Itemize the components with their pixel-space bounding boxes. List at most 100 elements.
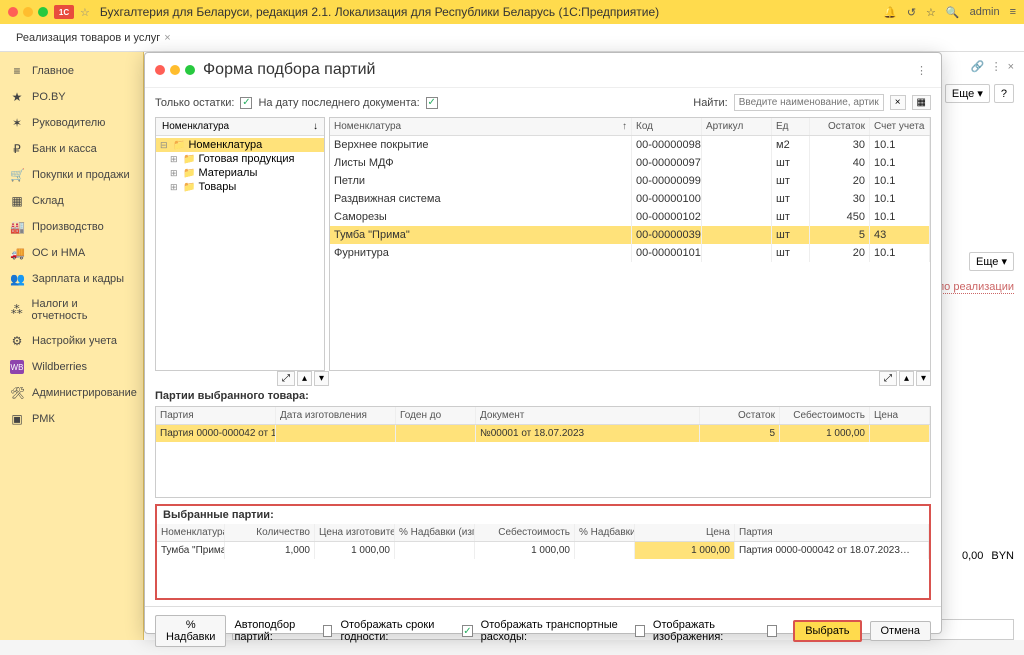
scol-nom[interactable]: Номенклатура xyxy=(157,524,225,541)
expand-icon[interactable]: ⊞ xyxy=(170,182,180,193)
expand-icon[interactable]: ⊞ xyxy=(170,154,180,165)
col-ost[interactable]: Остаток xyxy=(810,118,870,135)
favorite-icon[interactable]: ☆ xyxy=(926,6,936,19)
show-valid-checkbox[interactable] xyxy=(462,625,472,637)
col-batch-ost[interactable]: Остаток xyxy=(700,407,780,424)
tree-up-button[interactable]: ▴ xyxy=(297,371,312,386)
tree-item[interactable]: ⊞📁Готовая продукция xyxy=(156,152,324,166)
batch-row[interactable]: Партия 0000-000042 от 18.07.2…№00001 от … xyxy=(156,425,930,442)
tree-item[interactable]: ⊟📁Номенклатура xyxy=(156,138,324,152)
search-icon[interactable]: 🔍 xyxy=(946,6,960,19)
table-row[interactable]: Фурнитура00-00000101шт2010.1 xyxy=(330,244,930,262)
minimize-window-icon[interactable] xyxy=(23,7,33,17)
sidebar-icon: 🚚 xyxy=(10,246,24,260)
bell-icon[interactable]: 🔔 xyxy=(883,6,897,19)
sidebar-item[interactable]: WBWildberries xyxy=(0,354,143,380)
sidebar-item[interactable]: 🛒Покупки и продажи xyxy=(0,162,143,188)
scol-cost[interactable]: Себестоимость xyxy=(475,524,575,541)
scol-batch[interactable]: Партия xyxy=(735,524,929,541)
show-transport-checkbox[interactable] xyxy=(635,625,645,637)
sidebar-item[interactable]: ⁂Налоги и отчетность xyxy=(0,292,143,328)
table-row[interactable]: Тумба "Прима"00-00000039шт543 xyxy=(330,226,930,244)
sidebar-item[interactable]: ✶Руководителю xyxy=(0,110,143,136)
app-logo: 1C xyxy=(54,5,74,19)
tab-close-icon[interactable]: × xyxy=(164,32,170,44)
col-cost[interactable]: Себестоимость xyxy=(780,407,870,424)
star-icon[interactable]: ☆ xyxy=(80,6,90,19)
selected-row[interactable]: Тумба "Прима"1,0001 000,001 000,001 000,… xyxy=(157,542,929,559)
sidebar-label: Руководителю xyxy=(32,117,105,129)
col-name[interactable]: Номенклатура ↑ xyxy=(330,118,632,135)
markup-button[interactable]: % Надбавки xyxy=(155,615,226,647)
sidebar-item[interactable]: ▦Склад xyxy=(0,188,143,214)
table-row[interactable]: Листы МДФ00-00000097шт4010.1 xyxy=(330,154,930,172)
scol-nad2[interactable]: % Надбавки xyxy=(575,524,635,541)
col-ed[interactable]: Ед xyxy=(772,118,810,135)
modal-minimize-icon[interactable] xyxy=(170,65,180,75)
modal-close-icon[interactable] xyxy=(155,65,165,75)
sidebar-item[interactable]: ▣РМК xyxy=(0,406,143,432)
sidebar-icon: ₽ xyxy=(10,142,24,156)
cancel-button[interactable]: Отмена xyxy=(870,621,931,641)
col-valid[interactable]: Годен до xyxy=(396,407,476,424)
sidebar-item[interactable]: 🚚ОС и НМА xyxy=(0,240,143,266)
tree-down-button[interactable]: ▾ xyxy=(314,371,329,386)
col-art[interactable]: Артикул xyxy=(702,118,772,135)
expand-icon[interactable]: ⊞ xyxy=(170,168,180,179)
only-balance-checkbox[interactable] xyxy=(240,97,252,109)
maximize-window-icon[interactable] xyxy=(38,7,48,17)
table-row[interactable]: Петли00-00000099шт2010.1 xyxy=(330,172,930,190)
modal-maximize-icon[interactable] xyxy=(185,65,195,75)
sidebar-item[interactable]: 🛠Администрирование xyxy=(0,380,143,406)
scol-pm[interactable]: Цена изготовителя xyxy=(315,524,395,541)
col-batch[interactable]: Партия xyxy=(156,407,276,424)
sort-icon[interactable]: ↓ xyxy=(313,121,318,132)
show-images-checkbox[interactable] xyxy=(767,625,777,637)
tree-item[interactable]: ⊞📁Товары xyxy=(156,180,324,194)
col-sch[interactable]: Счет учета xyxy=(870,118,930,135)
sidebar-item[interactable]: 👥Зарплата и кадры xyxy=(0,266,143,292)
col-mfg-date[interactable]: Дата изготовления xyxy=(276,407,396,424)
scol-qty[interactable]: Количество xyxy=(225,524,315,541)
sidebar-label: Склад xyxy=(32,195,64,207)
user-label[interactable]: admin xyxy=(970,6,1000,18)
close-window-icon[interactable] xyxy=(8,7,18,17)
select-button[interactable]: Выбрать xyxy=(793,620,861,642)
history-icon[interactable]: ↺ xyxy=(907,6,916,19)
scol-price[interactable]: Цена xyxy=(635,524,735,541)
sidebar-item[interactable]: ≡Главное xyxy=(0,58,143,84)
help-button[interactable]: ? xyxy=(994,84,1014,103)
col-price[interactable]: Цена xyxy=(870,407,930,424)
more-button-2[interactable]: Еще ▾ xyxy=(969,252,1014,271)
expand-icon[interactable]: ⊟ xyxy=(160,140,170,151)
by-last-doc-checkbox[interactable] xyxy=(426,97,438,109)
table-expand-button[interactable]: ⤢ xyxy=(879,371,897,386)
sidebar-item[interactable]: 🏭Производство xyxy=(0,214,143,240)
col-code[interactable]: Код xyxy=(632,118,702,135)
table-row[interactable]: Раздвижная система00-00000100шт3010.1 xyxy=(330,190,930,208)
table-down-button[interactable]: ▾ xyxy=(916,371,931,386)
options-icon[interactable]: ⋮ xyxy=(991,60,1002,73)
tree-item[interactable]: ⊞📁Материалы xyxy=(156,166,324,180)
menu-icon[interactable]: ≡ xyxy=(1010,6,1016,18)
tab-realization[interactable]: Реализация товаров и услуг × xyxy=(8,28,179,48)
table-row[interactable]: Верхнее покрытие00-00000098м23010.1 xyxy=(330,136,930,154)
tab-bar: Реализация товаров и услуг × xyxy=(0,24,1024,52)
more-button[interactable]: Еще ▾ xyxy=(945,84,990,103)
auto-checkbox[interactable] xyxy=(323,625,333,637)
table-row[interactable]: Саморезы00-00000102шт45010.1 xyxy=(330,208,930,226)
link-icon[interactable]: 🔗 xyxy=(971,60,985,73)
close-icon[interactable]: × xyxy=(1008,61,1014,73)
tree-expand-button[interactable]: ⤢ xyxy=(277,371,295,386)
search-grid-button[interactable]: ▦ xyxy=(912,95,931,110)
modal-menu-icon[interactable]: ⋮ xyxy=(912,64,931,77)
search-input[interactable] xyxy=(734,94,884,111)
search-clear-button[interactable]: × xyxy=(890,95,906,110)
sidebar-item[interactable]: ★PO.BY xyxy=(0,84,143,110)
table-up-button[interactable]: ▴ xyxy=(899,371,914,386)
sidebar-item[interactable]: ₽Банк и касса xyxy=(0,136,143,162)
scol-nad[interactable]: % Надбавки (изг.) xyxy=(395,524,475,541)
col-doc[interactable]: Документ xyxy=(476,407,700,424)
sidebar-item[interactable]: ⚙Настройки учета xyxy=(0,328,143,354)
sidebar-label: Wildberries xyxy=(32,361,87,373)
